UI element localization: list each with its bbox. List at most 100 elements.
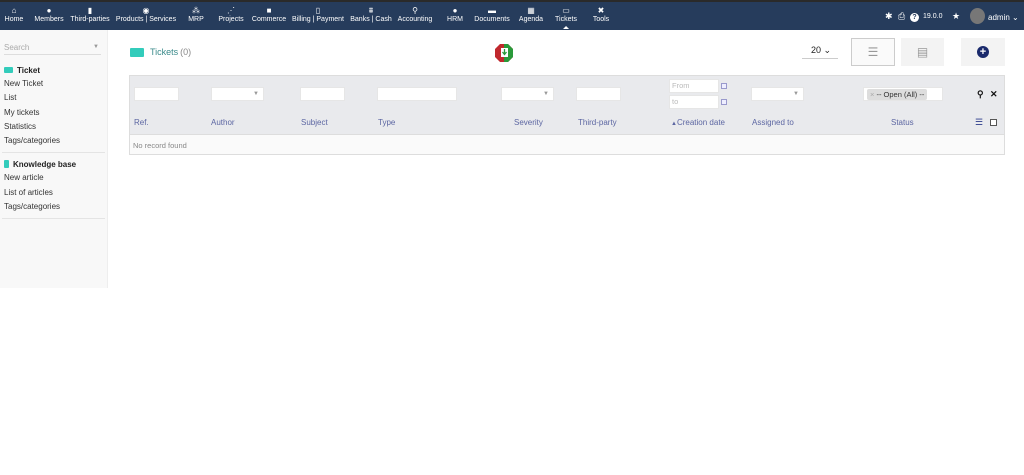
folder-icon: ▬: [488, 6, 496, 15]
home-icon: ⌂: [11, 6, 17, 15]
menu-label: Accounting: [397, 16, 433, 23]
sidebar-item-tags-categories[interactable]: Tags/categories: [0, 200, 107, 214]
avatar[interactable]: [970, 8, 985, 24]
menu-item-commerce[interactable]: ■ Commerce: [252, 5, 286, 23]
date-from-input[interactable]: From: [669, 79, 719, 93]
menu-label: Documents: [474, 16, 510, 23]
status-tag-label: -- Open (All) --: [876, 90, 925, 99]
bookmark-star-icon[interactable]: ★: [952, 11, 960, 22]
menu-item-agenda[interactable]: ▦ Agenda: [519, 5, 543, 23]
clear-filter-icon[interactable]: ✕: [990, 89, 998, 100]
column-header-thirdparty[interactable]: Third-party: [578, 118, 617, 127]
author-filter-select[interactable]: ▼: [211, 87, 264, 101]
menu-item-documents[interactable]: ▬ Documents: [474, 5, 509, 23]
chevron-down-icon: ⌄: [1012, 13, 1019, 22]
per-page-value: 20: [811, 45, 822, 55]
column-header-author[interactable]: Author: [211, 118, 235, 127]
menu-label: Tools: [592, 16, 610, 23]
menu-item-banks-cash[interactable]: ⩩ Banks | Cash: [350, 5, 392, 23]
per-page-select[interactable]: 20 ⌄: [802, 43, 838, 59]
user-menu[interactable]: admin ⌄: [988, 13, 1019, 22]
bug-icon[interactable]: ✱: [885, 11, 893, 22]
menu-label: Members: [34, 16, 64, 23]
menu-label: Billing | Payment: [291, 16, 345, 23]
tools-icon: ✖: [597, 6, 605, 15]
ref-filter-input[interactable]: [134, 87, 179, 101]
plus-circle-icon: +: [977, 46, 989, 58]
help-icon[interactable]: ?: [910, 13, 919, 22]
menu-item-tickets[interactable]: ▭ Tickets: [555, 5, 577, 29]
menu-label: Banks | Cash: [350, 16, 392, 23]
assigned-filter-select[interactable]: ▼: [751, 87, 804, 101]
search-input[interactable]: Search ▼: [4, 43, 101, 55]
ticket-icon: [4, 67, 13, 73]
subject-filter-input[interactable]: [300, 87, 345, 101]
status-filter-select[interactable]: × -- Open (All) --: [863, 87, 943, 101]
search-icon[interactable]: ⚲: [977, 89, 984, 100]
menu-item-third-parties[interactable]: ▮ Third-parties: [70, 5, 109, 23]
sidebar-section-ticket[interactable]: Ticket: [0, 63, 107, 77]
book-icon: [4, 160, 9, 169]
sidebar-item-list[interactable]: List: [0, 91, 107, 105]
new-ticket-button[interactable]: +: [961, 38, 1005, 66]
menu-item-tools[interactable]: ✖ Tools: [593, 5, 609, 23]
severity-filter-select[interactable]: ▼: [501, 87, 554, 101]
menu-label: Third-parties: [70, 16, 110, 23]
status-tag[interactable]: × -- Open (All) --: [867, 89, 928, 100]
kanban-view-button[interactable]: ▤: [901, 38, 944, 66]
column-header-creation-date[interactable]: ▲Creation date: [671, 118, 725, 127]
user-tie-icon: ●: [452, 6, 458, 15]
menu-item-mrp[interactable]: ⁂ MRP: [188, 5, 204, 23]
ticket-icon: [130, 47, 144, 57]
menu-item-accounting[interactable]: ⚲ Accounting: [398, 5, 433, 23]
print-icon[interactable]: ⎙: [898, 11, 905, 22]
dropdown-arrow-icon: ▼: [93, 44, 99, 50]
menu-item-products-services[interactable]: ◉ Products | Services: [116, 5, 176, 23]
sidebar-item-tags-categories[interactable]: Tags/categories: [0, 134, 107, 148]
type-filter-input[interactable]: [377, 87, 457, 101]
column-header-type[interactable]: Type: [378, 118, 395, 127]
sidebar-item-new-ticket[interactable]: New Ticket: [0, 77, 107, 91]
column-selector-icon[interactable]: ☰: [975, 117, 983, 128]
divider: [2, 218, 105, 220]
calendar-icon: ▦: [527, 6, 535, 15]
menu-item-members[interactable]: ● Members: [34, 5, 63, 23]
sidebar-item-statistics[interactable]: Statistics: [0, 120, 107, 134]
search-placeholder: Search: [4, 43, 30, 52]
column-header-assigned-to[interactable]: Assigned to: [752, 118, 794, 127]
section-title: Ticket: [17, 65, 40, 75]
column-header-severity[interactable]: Severity: [514, 118, 543, 127]
ticket-icon: ▭: [562, 6, 570, 15]
export-logo-icon[interactable]: [494, 43, 514, 63]
username: admin: [988, 13, 1010, 22]
menu-label: Products | Services: [115, 16, 177, 23]
calendar-icon[interactable]: [721, 83, 727, 89]
grid-icon: ▤: [916, 45, 929, 59]
sidebar-section-knowledge-base[interactable]: Knowledge base: [0, 157, 107, 171]
calendar-icon[interactable]: [721, 99, 727, 105]
sitemap-icon: ⋰: [226, 6, 235, 15]
sidebar-item-list-of-articles[interactable]: List of articles: [0, 186, 107, 200]
menu-item-billing-payment[interactable]: ▯ Billing | Payment: [292, 5, 344, 23]
menu-item-projects[interactable]: ⋰ Projects: [218, 5, 243, 23]
title-text: Tickets: [150, 47, 179, 57]
select-all-checkbox[interactable]: [990, 119, 997, 126]
top-menu-bar: ⌂ Home ● Members ▮ Third-parties ◉ Products | S…: [0, 0, 1024, 30]
divider: [2, 152, 105, 154]
menu-item-hrm[interactable]: ● HRM: [447, 5, 463, 23]
sidebar-item-new-article[interactable]: New article: [0, 171, 107, 185]
section-title: Knowledge base: [13, 159, 77, 169]
suitcase-icon: ■: [266, 6, 272, 15]
tickets-table: ▼ ▼ From to ▼ × -- Open (All) -- ⚲ ✕ Ref…: [129, 75, 1005, 155]
list-view-button[interactable]: ☰: [851, 38, 895, 66]
thirdparty-filter-input[interactable]: [576, 87, 621, 101]
column-header-subject[interactable]: Subject: [301, 118, 328, 127]
sidebar-item-my-tickets[interactable]: My tickets: [0, 106, 107, 120]
chevron-down-icon: ⌄: [823, 45, 832, 55]
menu-item-home[interactable]: ⌂ Home: [5, 5, 24, 23]
date-to-input[interactable]: to: [669, 95, 719, 109]
user-icon: ●: [46, 6, 52, 15]
column-header-status[interactable]: Status: [891, 118, 914, 127]
invoice-icon: ▯: [315, 6, 321, 15]
column-header-ref[interactable]: Ref.: [134, 118, 149, 127]
